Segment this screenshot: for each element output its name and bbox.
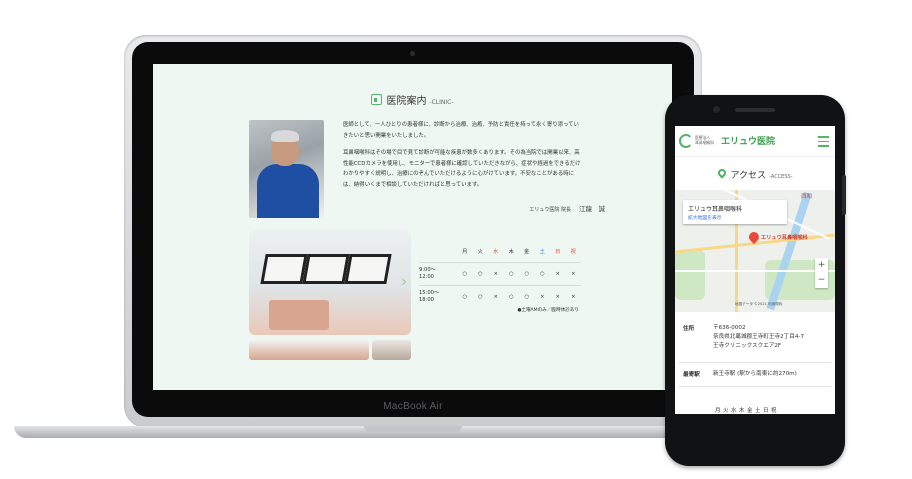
laptop-camera [410, 51, 415, 56]
phone-header: 医療法人 耳鼻咽喉科 エリュウ医院 [675, 126, 835, 157]
address-line-3: 王寺クリニックスクエア2F [713, 343, 782, 349]
clinic-section-title: 医院案内 -CLINIC- [153, 92, 672, 107]
director-role: エリュウ医院 院長 [529, 207, 571, 213]
hours-cell: × [565, 285, 581, 308]
phone-screen: 医療法人 耳鼻咽喉科 エリュウ医院 アクセス -ACCESS- エリュウ耳鼻咽喉科… [675, 126, 835, 414]
day-sun: 日 [555, 248, 561, 255]
time-start: 15:00～ [419, 290, 440, 296]
hours-cell: ○ [472, 262, 488, 286]
treatment-chair [269, 300, 329, 330]
clinic-photo-slider[interactable]: › [249, 230, 411, 335]
time-end: 18:00 [419, 297, 434, 303]
divider [679, 362, 831, 363]
hours-cell: ○ [472, 285, 488, 308]
address-label: 住所 [683, 326, 695, 332]
photo-thumbnail[interactable] [249, 340, 369, 360]
phone-speaker [735, 108, 775, 112]
intro-paragraph-2: 耳鼻咽喉科はその場で目で見て診断が可能な疾患が数多くあります。その為当院では開業… [343, 150, 581, 188]
doctor-photo [249, 120, 324, 218]
phone-hours-days: 月火水木金土日祝 [715, 408, 780, 414]
day-wed: 水 [493, 248, 499, 255]
clinic-logo-icon[interactable] [679, 134, 693, 148]
chevron-right-icon[interactable]: › [401, 274, 407, 290]
clinic-intro: 医師として、一人ひとりの患者様に、診断から治療、治癒、予防と責任を持って永く寄り… [343, 120, 583, 197]
hours-cell: ○ [503, 285, 519, 308]
map-park [675, 250, 705, 300]
map-road [675, 270, 835, 272]
logo-small-line-2: 耳鼻咽喉科 [695, 140, 714, 145]
director-signature: エリュウ医院 院長 江龍 誠 [493, 203, 605, 213]
hours-cell: × [488, 285, 504, 308]
hamburger-menu-icon[interactable] [818, 136, 829, 150]
map-area-label: 西和 [801, 194, 813, 200]
map-card-title: エリュウ耳鼻咽喉科 [688, 206, 743, 213]
phone-side-button [842, 175, 846, 215]
access-title-text: アクセス [730, 171, 767, 181]
map-attribution: 地図データ ©2021 利用規約 [735, 302, 783, 306]
time-start: 9:00～ [419, 267, 436, 273]
clinic-name[interactable]: エリュウ医院 [721, 134, 775, 147]
logo-small-text: 医療法人 耳鼻咽喉科 [695, 135, 714, 145]
hours-cell: ○ [503, 262, 519, 286]
home-icon [371, 94, 383, 105]
photo-thumbnail[interactable] [372, 340, 411, 360]
day-mon: 月 [462, 248, 468, 255]
ceiling-light [344, 254, 392, 284]
map-pin-icon [715, 167, 728, 179]
hours-cell: × [565, 262, 581, 286]
address-postal: 〒636-0002 [713, 325, 746, 331]
clinic-subtitle: -CLINIC- [429, 99, 454, 106]
day-sat: 土 [539, 248, 545, 255]
hours-cell: ○ [534, 262, 550, 286]
office-hours-table: 月 火 水 木 金 土 日 祝 9:00～ 12:00 ○ ○ × ○ ○ ○ ×… [419, 240, 581, 308]
hours-cell: × [550, 262, 566, 286]
ceiling-light [260, 254, 308, 284]
hours-cell: × [550, 285, 566, 308]
laptop-notch [364, 426, 462, 432]
map-enlarge-link[interactable]: 拡大地図を表示 [688, 214, 722, 221]
station-value: 新王寺駅 (駅から南東に約270m) [713, 371, 797, 377]
time-end: 12:00 [419, 274, 434, 280]
phone-camera [713, 106, 720, 113]
ceiling-light [302, 254, 350, 284]
day-holiday: 祝 [570, 248, 576, 255]
hours-cell: ○ [457, 262, 473, 286]
divider [679, 386, 831, 387]
day-fri: 金 [524, 248, 530, 255]
zoom-in-button[interactable]: + [815, 258, 828, 273]
day-tue: 火 [477, 248, 483, 255]
laptop-brand-label: MacBook Air [383, 401, 443, 412]
address-line-2: 奈良県北葛城郡王寺町王寺2丁目4-7 [713, 334, 805, 340]
director-name: 江龍 誠 [579, 205, 605, 213]
hours-note: ●土曜AMのみ／臨時休診あり [517, 308, 579, 313]
station-row: 最寄駅 新王寺駅 (駅から南東に約270m) [683, 370, 829, 382]
hours-cell: × [534, 285, 550, 308]
intro-paragraph-1: 医師として、一人ひとりの患者様に、診断から治療、治癒、予防と責任を持って永く寄り… [343, 122, 579, 139]
laptop-screen: 医院案内 -CLINIC- 医師として、一人ひとりの患者様に、診断から治療、治癒、… [153, 64, 672, 390]
access-section-title: アクセス -ACCESS- [675, 167, 835, 181]
address-row: 住所 〒636-0002 奈良県北葛城郡王寺町王寺2丁目4-7 王寺クリニックス… [683, 324, 829, 358]
map-marker-label: エリュウ耳鼻咽喉科 [761, 235, 808, 241]
clinic-title-text: 医院案内 [386, 96, 427, 107]
doctor-hair [271, 130, 299, 142]
access-subtitle: -ACCESS- [769, 174, 793, 180]
google-map[interactable]: エリュウ耳鼻咽喉科 拡大地図を表示 西和 エリュウ耳鼻咽喉科 + − 地図データ… [675, 190, 835, 312]
hours-row-afternoon: 15:00～ 18:00 ○ ○ × ○ ○ × × × [419, 285, 581, 308]
doctor-body [257, 164, 319, 218]
hours-row-morning: 9:00～ 12:00 ○ ○ × ○ ○ ○ × × [419, 262, 581, 286]
map-info-card[interactable]: エリュウ耳鼻咽喉科 拡大地図を表示 [683, 200, 787, 224]
hours-cell: ○ [457, 285, 473, 308]
hours-cell: × [488, 262, 504, 286]
station-label: 最寄駅 [683, 372, 700, 378]
address-value: 〒636-0002 奈良県北葛城郡王寺町王寺2丁目4-7 王寺クリニックスクエア… [713, 324, 804, 351]
hours-cell: ○ [519, 285, 535, 308]
map-zoom-control[interactable]: + − [815, 258, 828, 288]
day-thu: 木 [508, 248, 514, 255]
hours-cell: ○ [519, 262, 535, 286]
zoom-out-button[interactable]: − [815, 273, 828, 288]
